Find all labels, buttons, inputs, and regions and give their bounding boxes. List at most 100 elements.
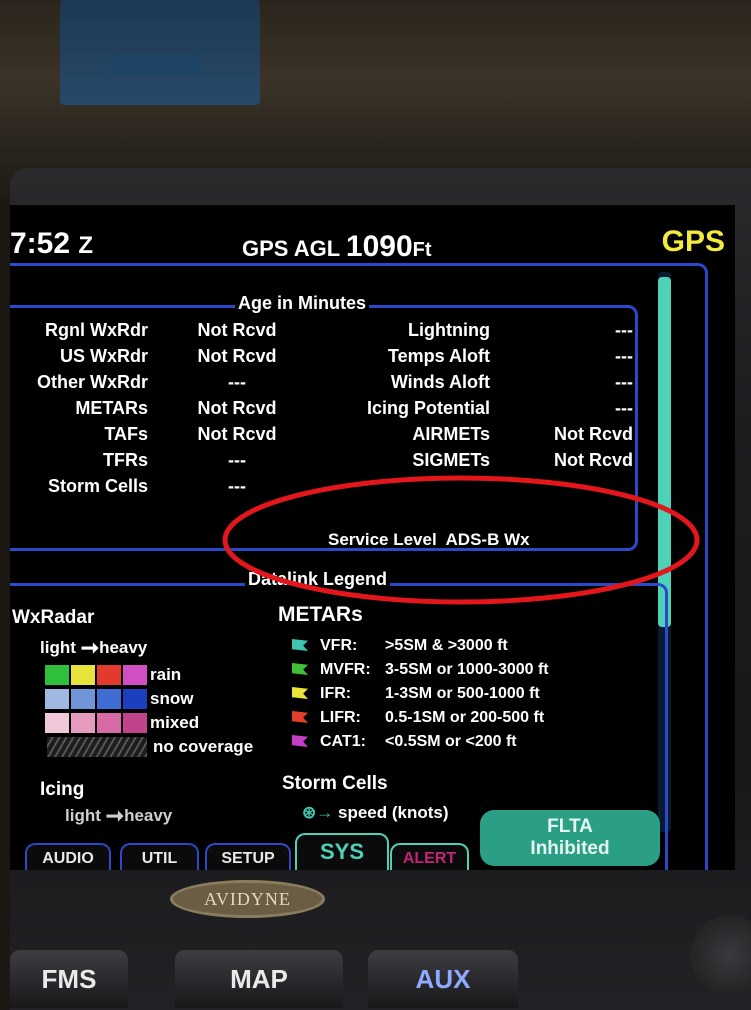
color-swatch xyxy=(97,665,121,685)
age-row-label: TFRs xyxy=(103,450,148,470)
age-row-label: Temps Aloft xyxy=(388,346,490,366)
map-button[interactable]: MAP xyxy=(175,950,343,1008)
agl-value: 1090 xyxy=(345,230,413,263)
flag-icon xyxy=(292,687,308,699)
metar-row: IFR: 1-3SM or 500-1000 ft xyxy=(292,685,540,703)
display-screen: 7:52 Z GPS AGL 1090Ft GPS Age in Minutes… xyxy=(10,205,735,870)
wxradar-scale: light ➞heavy xyxy=(40,637,147,659)
metar-category: MVFR: xyxy=(320,661,371,678)
snow-label: snow xyxy=(150,689,194,708)
metars-heading: METARs xyxy=(278,603,363,626)
age-row-value: Not Rcvd xyxy=(197,398,277,418)
color-swatch xyxy=(97,689,121,709)
storm-speed-text: speed (knots) xyxy=(337,803,449,822)
legend-panel-title: Datalink Legend xyxy=(245,569,391,590)
fms-button[interactable]: FMS xyxy=(10,950,128,1008)
mixed-swatches xyxy=(45,713,147,733)
age-row-value: --- xyxy=(228,476,246,496)
age-row-label: Rgnl WxRdr xyxy=(45,320,148,340)
age-row-label: Icing Potential xyxy=(366,398,490,418)
flag-icon xyxy=(292,711,308,723)
color-swatch xyxy=(123,713,147,733)
nav-source-indicator: GPS xyxy=(661,225,725,258)
age-row-value: --- xyxy=(228,372,246,392)
icing-scale: light ➞heavy xyxy=(65,805,172,827)
age-row-label: Other WxRdr xyxy=(36,372,148,392)
metar-category: VFR: xyxy=(320,637,358,654)
rain-swatches xyxy=(45,665,147,685)
age-row-label: SIGMETs xyxy=(412,450,490,470)
metar-category: IFR: xyxy=(320,685,352,702)
metar-row: VFR: >5SM & >3000 ft xyxy=(292,637,508,655)
age-panel-title: Age in Minutes xyxy=(235,293,370,314)
time-value: 7:52 xyxy=(10,227,71,260)
icing-heading: Icing xyxy=(40,779,85,800)
tab-sys[interactable]: SYS xyxy=(295,833,389,870)
time-zone: Z xyxy=(78,232,94,259)
metar-row: LIFR: 0.5-1SM or 200-500 ft xyxy=(292,709,544,727)
color-swatch xyxy=(71,689,95,709)
service-level-value: ADS-B Wx xyxy=(445,530,530,549)
flta-inhibited-button[interactable]: FLTA Inhibited xyxy=(480,810,660,866)
no-coverage-swatch xyxy=(47,737,147,757)
age-row-value: --- xyxy=(615,372,633,392)
metar-description: <0.5SM or <200 ft xyxy=(385,733,517,750)
flag-icon xyxy=(292,735,308,747)
background-box-label xyxy=(110,55,200,75)
color-swatch xyxy=(123,665,147,685)
arrow-right-icon: ➞ xyxy=(80,635,100,660)
scale-light: light xyxy=(65,806,101,825)
color-swatch xyxy=(71,665,95,685)
service-level-label: Service Level xyxy=(328,530,437,549)
agl-unit: Ft xyxy=(412,239,432,261)
age-row-label: US WxRdr xyxy=(59,346,148,366)
age-row-label: Winds Aloft xyxy=(390,372,490,392)
agl-prefix: GPS AGL xyxy=(242,236,340,261)
age-row-label: Storm Cells xyxy=(47,476,148,496)
storm-cell-icon: ⊛→ xyxy=(302,803,334,822)
tab-util[interactable]: UTIL xyxy=(120,843,199,870)
metar-description: 3-5SM or 1000-3000 ft xyxy=(385,661,549,678)
age-row-label: Lightning xyxy=(408,320,490,340)
flta-status: Inhibited xyxy=(530,838,610,859)
age-row-label: TAFs xyxy=(104,424,148,444)
color-swatch xyxy=(123,689,147,709)
flag-icon xyxy=(292,663,308,675)
scale-heavy: heavy xyxy=(124,806,173,825)
metar-description: 1-3SM or 500-1000 ft xyxy=(385,685,540,702)
age-row-value: --- xyxy=(615,398,633,418)
wxradar-heading: WxRadar xyxy=(12,607,95,628)
snow-swatches xyxy=(45,689,147,709)
zulu-time: 7:52 Z xyxy=(10,227,93,261)
aux-button[interactable]: AUX xyxy=(368,950,518,1008)
age-row-value: Not Rcvd xyxy=(197,320,277,340)
metar-category: CAT1: xyxy=(320,733,366,750)
color-swatch xyxy=(45,713,69,733)
rain-label: rain xyxy=(150,665,182,684)
color-swatch xyxy=(97,713,121,733)
scale-heavy: heavy xyxy=(99,638,148,657)
age-row-label: AIRMETs xyxy=(412,424,490,444)
color-swatch xyxy=(45,689,69,709)
storm-cells-heading: Storm Cells xyxy=(282,773,388,794)
metar-description: 0.5-1SM or 200-500 ft xyxy=(385,709,545,726)
storm-cell-speed: ⊛→ speed (knots) xyxy=(302,803,449,823)
arrow-right-icon: ➞ xyxy=(105,803,125,828)
avidyne-logo: AVIDYNE xyxy=(170,880,325,918)
age-row-value: Not Rcvd xyxy=(553,450,633,470)
flag-icon xyxy=(292,639,308,651)
age-row-value: Not Rcvd xyxy=(197,346,277,366)
age-row-value: --- xyxy=(228,450,246,470)
color-swatch xyxy=(45,665,69,685)
age-row-label: METARs xyxy=(75,398,148,418)
metar-category: LIFR: xyxy=(320,709,361,726)
scrollbar-thumb[interactable] xyxy=(658,277,671,627)
tab-setup[interactable]: SETUP xyxy=(205,843,291,870)
flta-label: FLTA xyxy=(547,816,593,837)
metar-row: MVFR: 3-5SM or 1000-3000 ft xyxy=(292,661,549,679)
tab-audio[interactable]: AUDIO xyxy=(25,843,111,870)
no-coverage-label: no coverage xyxy=(153,737,254,756)
mixed-label: mixed xyxy=(150,713,200,732)
color-swatch xyxy=(71,713,95,733)
tab-alert[interactable]: ALERT xyxy=(390,843,469,870)
